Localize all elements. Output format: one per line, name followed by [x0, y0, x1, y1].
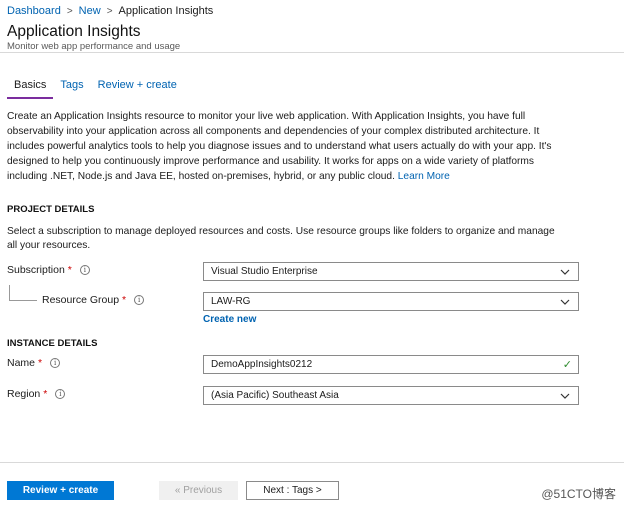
- tab-basics[interactable]: Basics: [7, 77, 54, 99]
- required-marker: *: [38, 357, 43, 369]
- page-subtitle: Monitor web app performance and usage: [7, 41, 181, 52]
- required-marker: *: [122, 294, 127, 306]
- resource-group-label: Resource Group * i: [42, 294, 145, 306]
- footer-divider: [0, 462, 624, 463]
- next-tags-button[interactable]: Next : Tags >: [246, 481, 339, 500]
- chevron-down-icon: [560, 393, 570, 399]
- resource-group-value: LAW-RG: [211, 296, 251, 307]
- project-details-heading: PROJECT DETAILS: [7, 204, 95, 215]
- tab-bar: Basics Tags Review + create: [7, 77, 184, 99]
- tree-connector: [9, 285, 37, 301]
- subscription-value: Visual Studio Enterprise: [211, 266, 318, 277]
- resource-group-dropdown[interactable]: LAW-RG: [203, 292, 579, 311]
- breadcrumb-new-link[interactable]: New: [79, 5, 101, 17]
- blade-header: Application Insights Monitor web app per…: [0, 20, 624, 53]
- subscription-dropdown[interactable]: Visual Studio Enterprise: [203, 262, 579, 281]
- breadcrumb: Dashboard > New > Application Insights: [7, 4, 213, 18]
- info-icon[interactable]: i: [134, 295, 145, 305]
- info-icon[interactable]: i: [79, 265, 90, 275]
- region-dropdown[interactable]: (Asia Pacific) Southeast Asia: [203, 386, 579, 405]
- name-label: Name * i: [7, 357, 61, 369]
- region-label: Region * i: [7, 388, 66, 400]
- breadcrumb-dashboard-link[interactable]: Dashboard: [7, 5, 61, 17]
- instance-details-heading: INSTANCE DETAILS: [7, 338, 98, 349]
- chevron-down-icon: [560, 269, 570, 275]
- project-details-description: Select a subscription to manage deployed…: [7, 226, 555, 251]
- resource-group-label-text: Resource Group: [42, 294, 120, 306]
- learn-more-link[interactable]: Learn More: [398, 171, 450, 182]
- region-label-text: Region: [7, 388, 41, 400]
- subscription-label: Subscription * i: [7, 264, 90, 276]
- page-title: Application Insights: [7, 23, 141, 40]
- subscription-label-text: Subscription: [7, 264, 65, 276]
- name-label-text: Name: [7, 357, 36, 369]
- required-marker: *: [43, 388, 48, 400]
- breadcrumb-current: Application Insights: [118, 5, 214, 17]
- chevron-down-icon: [560, 299, 570, 305]
- tab-review-create[interactable]: Review + create: [91, 77, 184, 99]
- breadcrumb-separator: >: [106, 5, 113, 17]
- intro-text: Create an Application Insights resource …: [7, 111, 552, 182]
- breadcrumb-separator: >: [66, 5, 73, 17]
- required-marker: *: [67, 264, 72, 276]
- tab-tags[interactable]: Tags: [53, 77, 90, 99]
- info-icon[interactable]: i: [50, 358, 61, 368]
- name-input[interactable]: DemoAppInsights0212 ✓: [203, 355, 579, 374]
- previous-button[interactable]: « Previous: [159, 481, 238, 500]
- name-value: DemoAppInsights0212: [211, 359, 313, 370]
- review-create-button[interactable]: Review + create: [7, 481, 114, 500]
- create-new-resource-group-link[interactable]: Create new: [203, 314, 256, 325]
- checkmark-icon: ✓: [562, 359, 572, 371]
- intro-paragraph: Create an Application Insights resource …: [7, 109, 555, 184]
- region-value: (Asia Pacific) Southeast Asia: [211, 390, 339, 401]
- watermark: @51CTO博客: [541, 487, 616, 501]
- info-icon[interactable]: i: [55, 389, 66, 399]
